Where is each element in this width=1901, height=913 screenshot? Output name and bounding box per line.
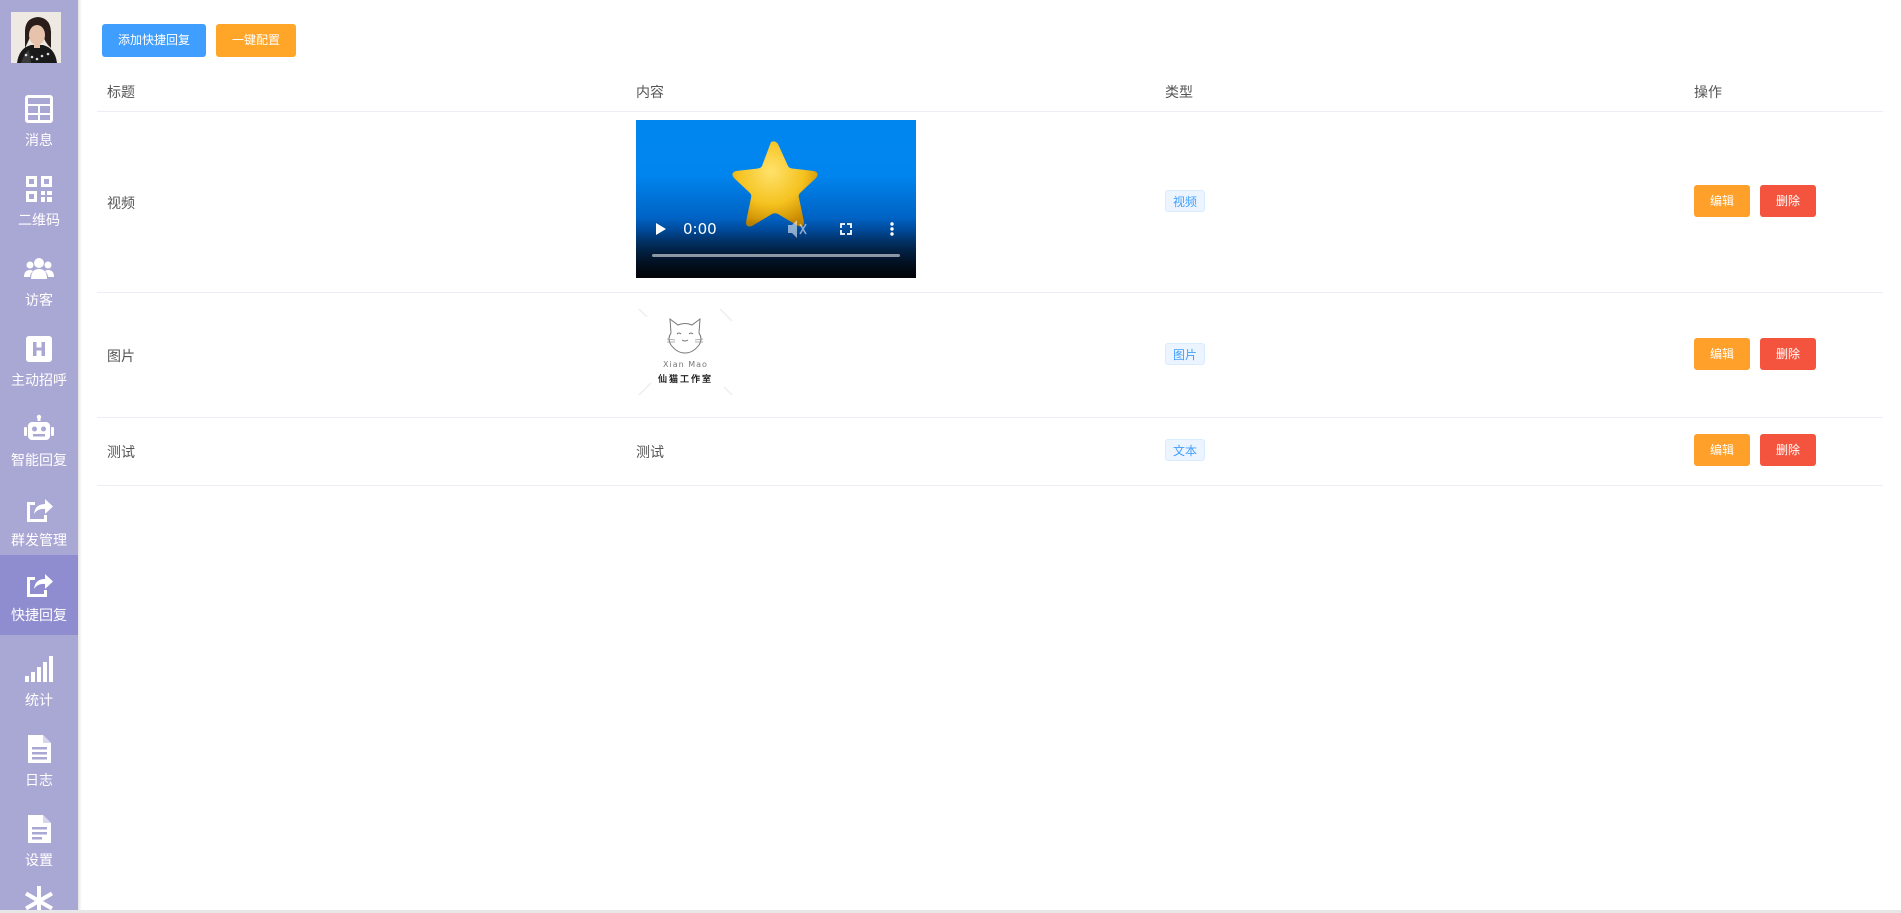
sidebar-item-label: 群发管理 [11, 533, 67, 549]
sidebar-shadow [78, 0, 82, 913]
edit-button[interactable]: 编辑 [1694, 338, 1750, 370]
sidebar-item-qrcode[interactable]: 二维码 [0, 160, 78, 240]
users-icon [24, 258, 54, 279]
more-options-icon[interactable] [890, 222, 894, 236]
qrcode-icon [26, 176, 52, 202]
type-tag: 文本 [1165, 439, 1206, 461]
robot-icon [24, 414, 54, 440]
cat-logo-icon [638, 308, 733, 396]
column-header-type: 类型 [1165, 85, 1193, 101]
column-header-content: 内容 [636, 85, 664, 101]
sidebar-item-label: 消息 [25, 133, 53, 149]
sidebar-item-logs[interactable]: 日志 [0, 720, 78, 800]
signal-bars-icon [25, 656, 53, 682]
image-caption-bottom: 仙猫工作室 [657, 375, 713, 385]
add-quick-reply-button[interactable]: 添加快捷回复 [102, 24, 206, 57]
sidebar-item-label: 主动招呼 [11, 373, 67, 389]
sidebar-item-label: 设置 [25, 853, 53, 869]
sidebar-item-statistics[interactable]: 统计 [0, 640, 78, 720]
sidebar-item-quick-reply[interactable]: 快捷回复 [0, 555, 78, 635]
video-player[interactable]: 0:00 [636, 120, 916, 278]
share-square-icon [27, 574, 53, 597]
divider [97, 292, 1883, 293]
divider [97, 417, 1883, 418]
row-title: 测试 [107, 445, 135, 461]
row-title: 视频 [107, 196, 135, 212]
sidebar-item-smart-reply[interactable]: 智能回复 [0, 400, 78, 480]
file-settings-icon [28, 815, 51, 843]
share-square-icon [27, 499, 53, 522]
play-icon[interactable] [656, 223, 666, 235]
sidebar-item-label: 二维码 [18, 213, 60, 229]
sidebar-item-visitors[interactable]: 访客 [0, 240, 78, 320]
type-tag: 视频 [1165, 190, 1206, 212]
sidebar-item-label: 访客 [25, 293, 53, 309]
divider [97, 485, 1883, 486]
column-header-actions: 操作 [1694, 85, 1722, 101]
divider [97, 111, 1883, 112]
one-click-config-button[interactable]: 一键配置 [216, 24, 296, 57]
sidebar-item-settings[interactable]: 设置 [0, 800, 78, 880]
delete-button[interactable]: 删除 [1760, 185, 1816, 217]
sidebar-item-broadcast[interactable]: 群发管理 [0, 480, 78, 560]
row-content: 测试 [636, 445, 664, 461]
type-tag: 图片 [1165, 343, 1206, 365]
column-header-title: 标题 [107, 85, 135, 101]
sidebar-item-label: 日志 [25, 773, 53, 789]
sidebar-item-messages[interactable]: 消息 [0, 80, 78, 160]
sidebar-item-label: 统计 [25, 693, 53, 709]
sidebar-item-greeting[interactable]: 主动招呼 [0, 320, 78, 400]
file-text-icon [28, 735, 51, 763]
edit-button[interactable]: 编辑 [1694, 434, 1750, 466]
delete-button[interactable]: 删除 [1760, 434, 1816, 466]
sidebar-item-more[interactable] [0, 880, 78, 913]
h-square-icon [26, 336, 52, 362]
edit-button[interactable]: 编辑 [1694, 185, 1750, 217]
fullscreen-icon[interactable] [840, 223, 852, 235]
volume-muted-icon[interactable] [788, 220, 807, 238]
delete-button[interactable]: 删除 [1760, 338, 1816, 370]
image-caption-top: Xian Mao [663, 360, 708, 369]
sidebar: 消息 二维码 访客 主动招呼 智能回复 群发管理 快捷回复 统计 日志 设置 [0, 0, 78, 913]
video-time: 0:00 [683, 220, 717, 238]
video-progress-bar[interactable] [652, 254, 900, 257]
asterisk-icon [25, 886, 53, 913]
image-thumbnail[interactable]: Xian Mao 仙猫工作室 [637, 303, 734, 401]
row-title: 图片 [107, 349, 135, 365]
avatar[interactable] [11, 12, 61, 63]
sidebar-item-label: 快捷回复 [11, 608, 67, 624]
sidebar-item-label: 智能回复 [11, 453, 67, 469]
dashboard-grid-icon [25, 95, 53, 123]
